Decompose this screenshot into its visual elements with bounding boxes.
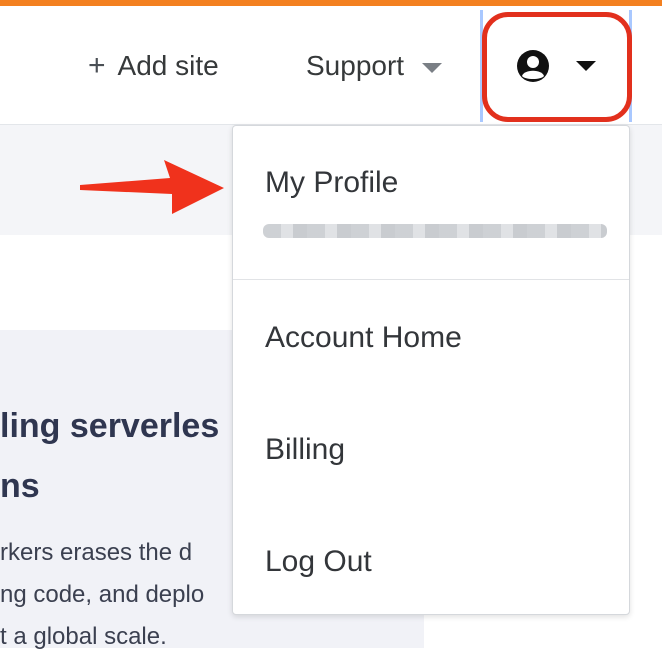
add-site-button[interactable]: + Add site	[88, 50, 219, 82]
plus-icon: +	[88, 49, 106, 82]
caret-down-icon	[576, 61, 596, 71]
support-menu-button[interactable]: Support	[306, 50, 443, 82]
account-menu-button[interactable]	[480, 10, 632, 122]
promo-card-title: ling serverles ns	[0, 407, 220, 505]
support-label: Support	[306, 50, 405, 81]
menu-item-billing[interactable]: Billing	[265, 433, 345, 467]
user-circle-icon	[517, 50, 549, 82]
menu-item-log-out[interactable]: Log Out	[265, 545, 372, 579]
add-site-label: Add site	[117, 50, 219, 81]
account-dropdown-menu: My Profile Account Home Billing Log Out	[232, 125, 630, 615]
promo-card-body: rkers erases the d ng code, and deplo t …	[0, 539, 205, 650]
annotation-arrow-icon	[80, 160, 224, 214]
menu-item-my-profile[interactable]: My Profile	[265, 166, 398, 200]
chevron-down-icon	[422, 63, 443, 73]
top-header: + Add site Support	[0, 6, 662, 125]
menu-divider	[233, 279, 629, 280]
profile-email-redacted	[263, 224, 607, 238]
menu-item-account-home[interactable]: Account Home	[265, 321, 462, 355]
